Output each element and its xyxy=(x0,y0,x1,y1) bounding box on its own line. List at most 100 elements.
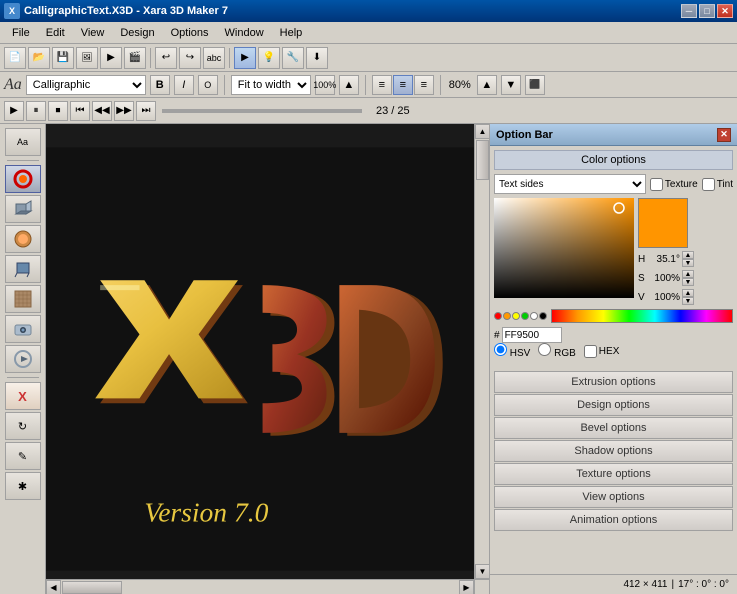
color-dot-orange[interactable] xyxy=(503,312,511,320)
align-left-button[interactable]: ≡ xyxy=(372,75,392,95)
text-button[interactable]: abc xyxy=(203,47,225,69)
fit-btn2[interactable]: ⬛ xyxy=(525,75,545,95)
color-swatch[interactable] xyxy=(638,198,688,248)
zoom-100-button[interactable]: 100% xyxy=(315,75,335,95)
menu-window[interactable]: Window xyxy=(217,25,272,41)
color-dot-black[interactable] xyxy=(539,312,547,320)
scroll-track-h[interactable] xyxy=(61,580,459,594)
animate-button[interactable]: ▶ xyxy=(234,47,256,69)
h-up-button[interactable]: ▲ xyxy=(682,251,694,259)
minimize-button[interactable]: ─ xyxy=(681,4,697,18)
rgb-radio[interactable] xyxy=(538,343,551,356)
scroll-right-button[interactable]: ▶ xyxy=(459,580,474,594)
next-frame-button[interactable]: ▶▶ xyxy=(114,101,134,121)
redo-button[interactable]: ↪ xyxy=(179,47,201,69)
tool-shadow[interactable] xyxy=(5,255,41,283)
animation-slider[interactable] xyxy=(162,109,362,113)
hsv-radio[interactable] xyxy=(494,343,507,356)
color-dot-green[interactable] xyxy=(521,312,529,320)
panel-close-button[interactable]: ✕ xyxy=(717,128,731,142)
canvas-background[interactable]: Version 7.0 xyxy=(46,124,489,594)
scroll-thumb-v[interactable] xyxy=(476,140,489,180)
light-button[interactable]: 💡 xyxy=(258,47,280,69)
h-down-button[interactable]: ▼ xyxy=(682,259,694,267)
menu-view[interactable]: View xyxy=(73,25,113,41)
color-target-select[interactable]: Text sides xyxy=(494,174,646,194)
tint-checkbox[interactable] xyxy=(702,178,715,191)
tool-texture[interactable] xyxy=(5,285,41,313)
scroll-down-button[interactable]: ▼ xyxy=(475,564,489,579)
zoom-in-button[interactable]: ▲ xyxy=(339,75,359,95)
tool-extrusion[interactable] xyxy=(5,195,41,223)
tool-edit[interactable]: ✎ xyxy=(5,442,41,470)
hsv-radio-label[interactable]: HSV xyxy=(494,343,530,359)
scale-up-button[interactable]: ▲ xyxy=(477,75,497,95)
v-up-button[interactable]: ▲ xyxy=(682,289,694,297)
view-options-button[interactable]: View options xyxy=(494,486,733,508)
menu-edit[interactable]: Edit xyxy=(38,25,73,41)
rainbow-bar[interactable] xyxy=(551,309,733,323)
tool-x3d[interactable]: X xyxy=(5,382,41,410)
pause-button[interactable]: ⏸ xyxy=(26,101,46,121)
hex-radio-label[interactable]: HEX xyxy=(584,345,620,358)
save-button[interactable]: 💾 xyxy=(52,47,74,69)
color-dot-white[interactable] xyxy=(530,312,538,320)
tool-bevel[interactable] xyxy=(5,225,41,253)
maximize-button[interactable]: □ xyxy=(699,4,715,18)
tool-view[interactable] xyxy=(5,315,41,343)
tool-color[interactable] xyxy=(5,165,41,193)
shadow-options-button[interactable]: Shadow options xyxy=(494,440,733,462)
s-up-button[interactable]: ▲ xyxy=(682,270,694,278)
undo-button[interactable]: ↩ xyxy=(155,47,177,69)
tb-btn9[interactable]: 🔧 xyxy=(282,47,304,69)
last-frame-button[interactable]: ⏭ xyxy=(136,101,156,121)
bold-button[interactable]: B xyxy=(150,75,170,95)
tool-select[interactable]: Aa xyxy=(5,128,41,156)
align-right-button[interactable]: ≡ xyxy=(414,75,434,95)
bevel-options-button[interactable]: Bevel options xyxy=(494,417,733,439)
tb-btn4[interactable]: 🖼 xyxy=(76,47,98,69)
menu-options[interactable]: Options xyxy=(163,25,217,41)
scroll-left-button[interactable]: ◀ xyxy=(46,580,61,594)
texture-checkbox-label[interactable]: Texture xyxy=(650,178,698,191)
tint-checkbox-label[interactable]: Tint xyxy=(702,178,733,191)
fit-select[interactable]: Fit to width xyxy=(231,75,311,95)
vertical-scrollbar[interactable]: ▲ ▼ xyxy=(474,124,489,579)
first-frame-button[interactable]: ⏮ xyxy=(70,101,90,121)
new-button[interactable]: 📄 xyxy=(4,47,26,69)
tool-rotate[interactable]: ↻ xyxy=(5,412,41,440)
rgb-radio-label[interactable]: RGB xyxy=(538,343,575,359)
italic-button[interactable]: I xyxy=(174,75,194,95)
horizontal-scrollbar[interactable]: ◀ ▶ xyxy=(46,579,474,594)
spacing-button[interactable]: O xyxy=(198,75,218,95)
align-center-button[interactable]: ≡ xyxy=(393,75,413,95)
open-button[interactable]: 📂 xyxy=(28,47,50,69)
hex-checkbox[interactable] xyxy=(584,345,597,358)
font-select[interactable]: Calligraphic xyxy=(26,75,146,95)
hex-input[interactable] xyxy=(502,327,562,343)
close-button[interactable]: ✕ xyxy=(717,4,733,18)
prev-frame-button[interactable]: ◀◀ xyxy=(92,101,112,121)
tb-btn10[interactable]: ⬇ xyxy=(306,47,328,69)
scroll-track-v[interactable] xyxy=(475,139,489,564)
v-down-button[interactable]: ▼ xyxy=(682,297,694,305)
scroll-up-button[interactable]: ▲ xyxy=(475,124,489,139)
menu-design[interactable]: Design xyxy=(112,25,162,41)
color-dot-red[interactable] xyxy=(494,312,502,320)
color-gradient-box[interactable] xyxy=(494,198,634,298)
play-button[interactable]: ▶ xyxy=(4,101,24,121)
menu-file[interactable]: File xyxy=(4,25,38,41)
s-down-button[interactable]: ▼ xyxy=(682,278,694,286)
tool-extra[interactable]: ✱ xyxy=(5,472,41,500)
scroll-thumb-h[interactable] xyxy=(62,581,122,594)
scale-down-button[interactable]: ▼ xyxy=(501,75,521,95)
tb-btn5[interactable]: ▶ xyxy=(100,47,122,69)
animation-options-button[interactable]: Animation options xyxy=(494,509,733,531)
color-dot-yellow[interactable] xyxy=(512,312,520,320)
extrusion-options-button[interactable]: Extrusion options xyxy=(494,371,733,393)
stop-button[interactable]: ⏹ xyxy=(48,101,68,121)
design-options-button[interactable]: Design options xyxy=(494,394,733,416)
tb-btn6[interactable]: 🎬 xyxy=(124,47,146,69)
tool-animation[interactable] xyxy=(5,345,41,373)
texture-options-button[interactable]: Texture options xyxy=(494,463,733,485)
